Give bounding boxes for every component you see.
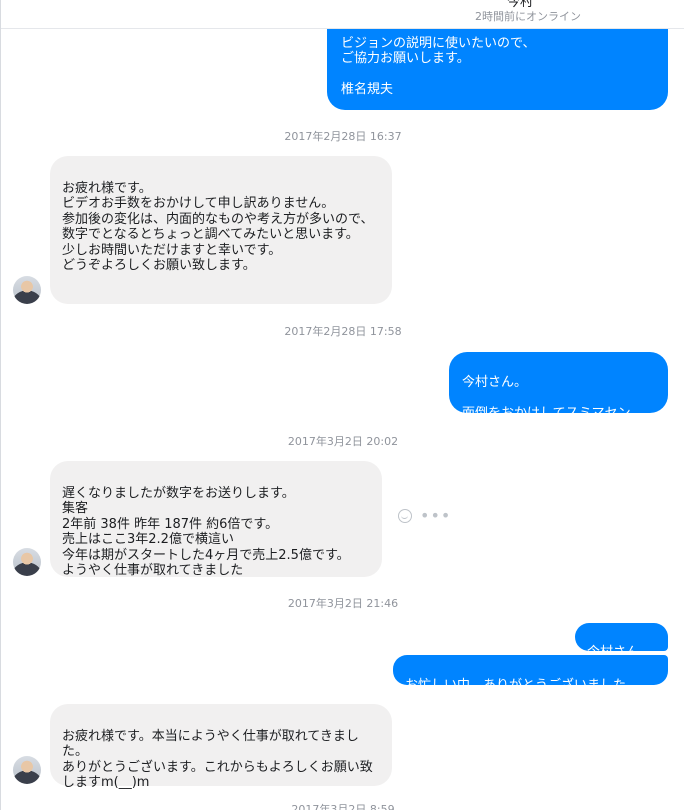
message-bubble-outgoing[interactable]: 今村さん。 面倒をおかけしてスミマセン。 (449, 352, 668, 421)
message-bubble-outgoing[interactable]: 今村さん。 (575, 623, 668, 660)
chat-window: 今村 2時間前にオンライン ビジョンの説明に使いたいので、 ご協力お願いします。… (0, 0, 684, 810)
more-icon[interactable]: ••• (420, 508, 451, 524)
chat-header: 今村 2時間前にオンライン (1, 0, 684, 29)
online-status: 2時間前にオンライン (475, 10, 581, 23)
message-text: お疲れ様です。 ビデオお手数をおかけして申し訳ありません。 参加後の変化は、内面… (62, 180, 374, 274)
message-text: ビジョンの説明に使いたいので、 ご協力お願いします。 椎名規夫 (341, 35, 536, 98)
avatar[interactable] (13, 756, 41, 784)
timestamp: 2017年3月2日 8:59 (291, 803, 395, 810)
message-bubble-incoming[interactable]: お疲れ様です。 ビデオお手数をおかけして申し訳ありません。 参加後の変化は、内面… (50, 156, 392, 304)
timestamp: 2017年3月2日 21:46 (287, 597, 399, 610)
message-bubble-incoming[interactable]: お疲れ様です。本当にようやく仕事が取れてきました。 ありがとうございます。これか… (50, 704, 392, 790)
message-text: 遅くなりましたが数字をお送りします。 集客 2年前 38件 昨年 187件 約6… (62, 485, 350, 579)
timestamp: 2017年3月2日 20:02 (287, 435, 399, 448)
smile-icon[interactable] (398, 509, 412, 523)
avatar[interactable] (13, 276, 41, 304)
timestamp: 2017年2月28日 16:37 (284, 130, 402, 143)
message-bubble-outgoing[interactable]: お忙しい中、ありがとうございました。 (393, 655, 668, 693)
message-bubble-incoming[interactable]: 遅くなりましたが数字をお送りします。 集客 2年前 38件 昨年 187件 約6… (50, 461, 382, 579)
message-text: お疲れ様です。本当にようやく仕事が取れてきました。 ありがとうございます。これか… (62, 728, 373, 791)
message-actions: ••• (398, 508, 451, 524)
timestamp: 2017年2月28日 17:58 (284, 325, 402, 338)
message-text: お忙しい中、ありがとうございました。 (405, 677, 640, 693)
message-text: 今村さん。 面倒をおかけしてスミマセン。 (462, 374, 643, 421)
avatar[interactable] (13, 548, 41, 576)
